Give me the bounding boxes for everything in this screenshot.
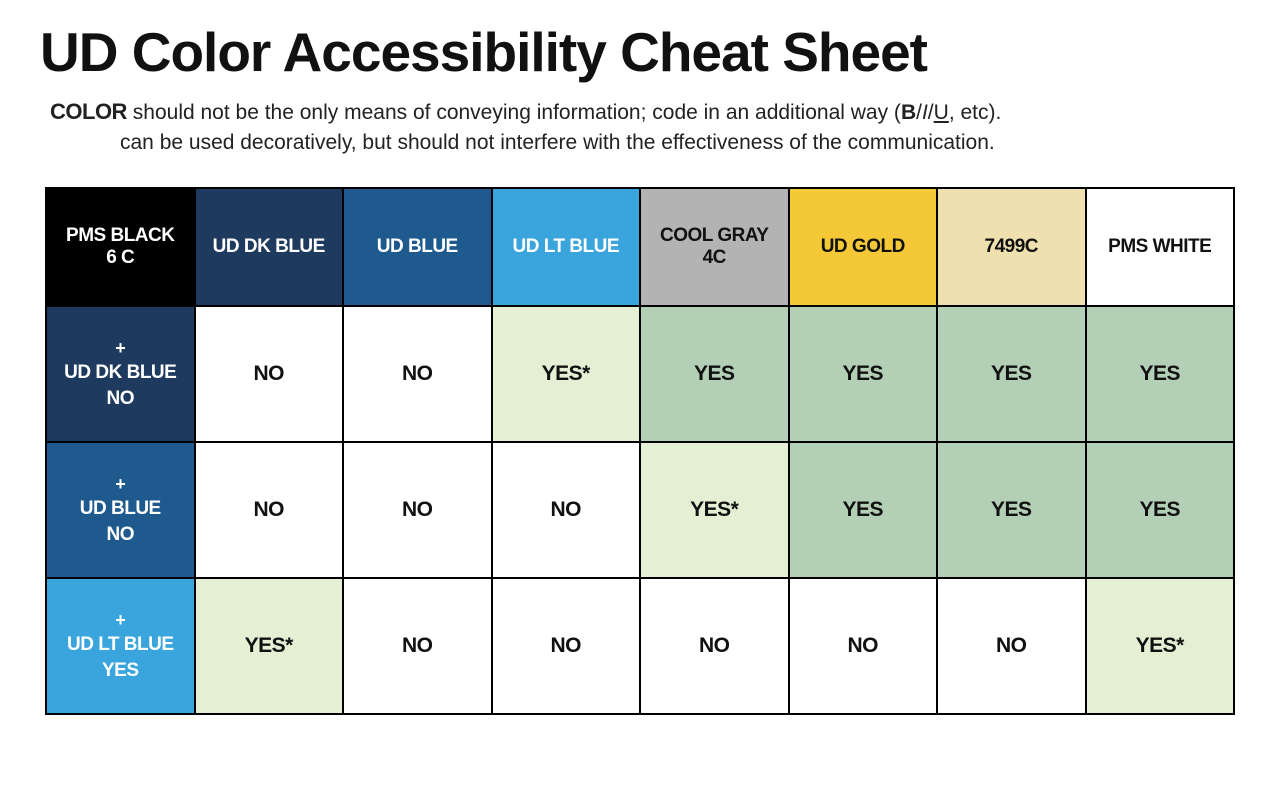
intro-line2: can be used decoratively, but should not… (50, 128, 1240, 158)
color-matrix-table: PMS BLACK6 CUD DK BLUEUD BLUEUD LT BLUEC… (45, 187, 1235, 715)
matrix-cell: NO (343, 578, 492, 714)
column-header: COOL GRAY 4C (640, 188, 789, 306)
row-vs-black: YES (53, 659, 188, 683)
matrix-cell: NO (640, 578, 789, 714)
row-vs-black: NO (53, 523, 188, 547)
row-color-name: UD DK BLUE (53, 361, 188, 385)
intro-lead: COLOR (50, 99, 127, 124)
matrix-cell: YES* (1086, 578, 1235, 714)
row-color-name: UD LT BLUE (53, 633, 188, 657)
table-row: +UD DK BLUENONONOYES*YESYESYESYES (46, 306, 1234, 442)
matrix-cell: YES (937, 442, 1086, 578)
matrix-cell: NO (343, 442, 492, 578)
matrix-cell: YES (1086, 306, 1235, 442)
column-header: PMS BLACK6 C (46, 188, 195, 306)
row-header: +UD BLUENO (46, 442, 195, 578)
intro-underline: U (934, 101, 949, 124)
column-header: UD LT BLUE (492, 188, 641, 306)
column-header: UD GOLD (789, 188, 938, 306)
intro-line1b: , etc). (949, 101, 1002, 124)
header-row: PMS BLACK6 CUD DK BLUEUD BLUEUD LT BLUEC… (46, 188, 1234, 306)
column-header: UD BLUE (343, 188, 492, 306)
table-body: +UD DK BLUENONONOYES*YESYESYESYES+UD BLU… (46, 306, 1234, 714)
column-header: 7499C (937, 188, 1086, 306)
intro-bold: B (901, 101, 916, 124)
matrix-cell: YES* (492, 306, 641, 442)
table-head: PMS BLACK6 CUD DK BLUEUD BLUEUD LT BLUEC… (46, 188, 1234, 306)
column-header: UD DK BLUE (195, 188, 344, 306)
plus-icon: + (53, 473, 188, 496)
matrix-cell: YES (640, 306, 789, 442)
matrix-cell: YES* (640, 442, 789, 578)
table-row: +UD LT BLUEYESYES*NONONONONOYES* (46, 578, 1234, 714)
column-header: PMS WHITE (1086, 188, 1235, 306)
matrix-cell: NO (492, 578, 641, 714)
matrix-cell: NO (937, 578, 1086, 714)
matrix-cell: NO (789, 578, 938, 714)
matrix-cell: YES (1086, 442, 1235, 578)
matrix-cell: YES* (195, 578, 344, 714)
matrix-cell: YES (937, 306, 1086, 442)
intro-text: COLOR should not be the only means of co… (40, 96, 1240, 159)
row-header: +UD LT BLUEYES (46, 578, 195, 714)
table-row: +UD BLUENONONONOYES*YESYESYES (46, 442, 1234, 578)
matrix-cell: NO (195, 442, 344, 578)
row-header: +UD DK BLUENO (46, 306, 195, 442)
page-title: UD Color Accessibility Cheat Sheet (40, 20, 1240, 84)
matrix-cell: NO (492, 442, 641, 578)
matrix-cell: YES (789, 442, 938, 578)
plus-icon: + (53, 609, 188, 632)
page: UD Color Accessibility Cheat Sheet COLOR… (0, 0, 1280, 800)
row-color-name: UD BLUE (53, 497, 188, 521)
matrix-cell: YES (789, 306, 938, 442)
matrix-cell: NO (343, 306, 492, 442)
intro-line1a: should not be the only means of conveyin… (127, 101, 901, 124)
row-vs-black: NO (53, 387, 188, 411)
plus-icon: + (53, 337, 188, 360)
matrix-cell: NO (195, 306, 344, 442)
